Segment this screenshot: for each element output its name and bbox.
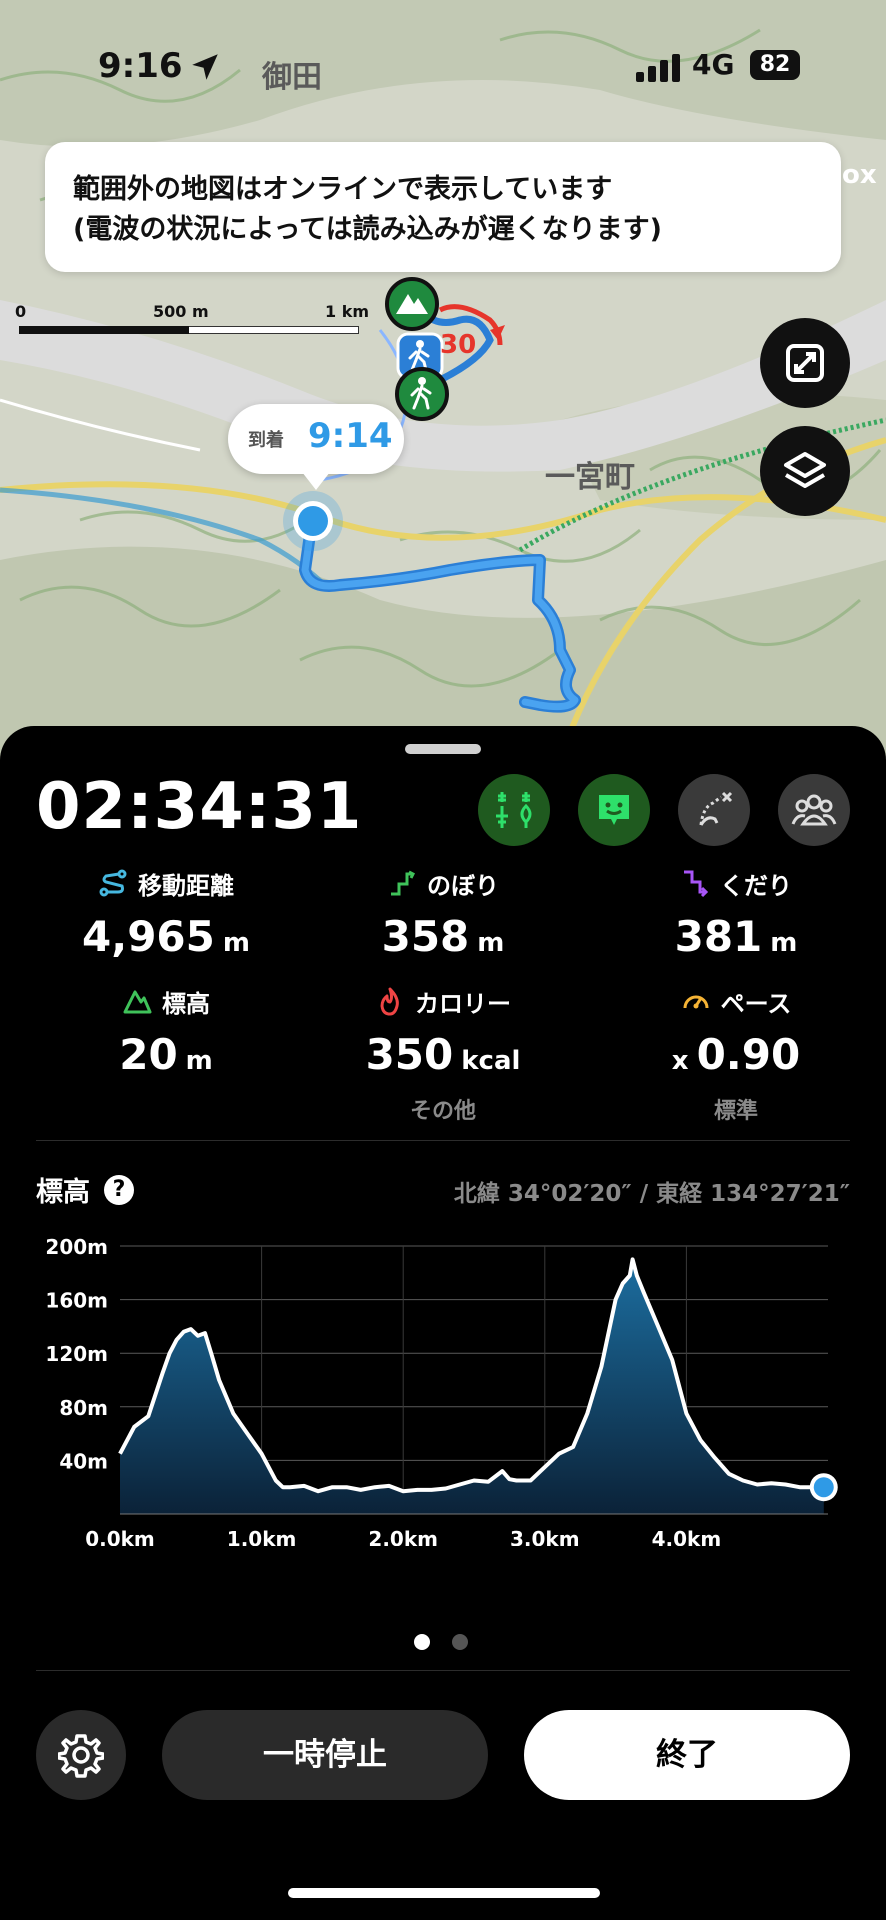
group-icon [791,794,837,826]
current-location-icon [283,491,343,551]
ascent-icon [391,870,416,896]
arrival-time-bubble[interactable]: 到着 9:14 [228,404,404,490]
stat-label: 移動距離 [138,871,234,900]
group-button[interactable] [778,774,850,846]
route-deviation-icon [699,791,733,826]
stat-label: 標高 [162,989,210,1018]
y-tick-label: 120m [45,1342,108,1366]
route-deviation-button[interactable] [678,774,750,846]
x-tick-label: 3.0km [510,1527,580,1546]
stat-value: 4,965 [82,912,215,961]
stat-label: カロリー [415,989,511,1018]
stat-descent: くだり 381 m [616,866,856,961]
page-dot[interactable] [452,1634,468,1650]
status-bar: 9:16 4G 82 [0,40,886,90]
sheet-grabber[interactable] [405,744,481,754]
map-scale: 0 500 m 1 km [15,302,375,342]
descent-icon [684,870,709,898]
battery-indicator: 82 [750,50,800,80]
elevation-chart[interactable]: 200m 160m 120m 80m 40m 0.0km 1.0km 2.0km 3.0km 4.… [0,1216,886,1546]
tracking-sheet: 02:34:31 移動距離 4,965 m のぼり 358 m くだり 381 … [0,726,886,1920]
elevation-chart-header: 標高 ? [36,1170,134,1209]
stat-value: 358 [381,912,470,961]
distance-markers-icon [496,792,532,828]
stat-unit: m [770,928,798,958]
stat-label: くだり [720,871,792,900]
banner-line: (電波の状況によっては読み込みが遅くなります) [73,214,662,245]
mountain-icon[interactable] [384,276,440,332]
arrival-time: 9:14 [308,416,393,456]
gear-icon [58,1734,104,1778]
distance-markers-button[interactable] [478,774,550,846]
stat-pace: ペース x 0.90 標準 [616,984,856,1125]
stat-value: 0.90 [696,1030,801,1079]
place-label: 一宮町 [545,460,635,495]
stat-elevation: 標高 20 m [46,984,286,1080]
status-time: 9:16 [98,46,183,86]
stat-value: 20 [119,1030,178,1079]
stat-unit: kcal [461,1046,521,1076]
stat-unit: m [185,1046,213,1076]
y-tick-label: 160m [45,1289,108,1313]
stat-value: 350 [365,1030,454,1079]
coordinates-readout: 北緯 34°02′20″ / 東経 134°27′21″ [453,1181,850,1207]
help-icon[interactable]: ? [104,1174,134,1205]
stat-value: 381 [674,912,763,961]
chat-button[interactable] [578,774,650,846]
pause-button[interactable]: 一時停止 [162,1710,488,1800]
stat-distance: 移動距離 4,965 m [46,866,286,961]
signal-icon [636,54,680,82]
stat-unit: m [477,928,505,958]
scale-label: 0 [15,302,27,321]
expand-icon [786,344,824,382]
stat-label: ペース [720,989,792,1018]
scale-bar-fill [19,326,189,334]
scale-label: 1 km [325,302,370,321]
network-type: 4G [692,48,735,81]
hiker-icon[interactable] [394,366,450,422]
distance-icon [99,869,127,897]
x-tick-label: 4.0km [652,1527,722,1546]
x-tick-label: 1.0km [227,1527,297,1546]
elevation-icon [123,990,152,1014]
route-marker-number: 30 [440,330,477,360]
banner-edge-text: ox [842,160,877,190]
offline-map-banner[interactable]: 範囲外の地図はオンラインで表示しています (電波の状況によっては読み込みが遅くな… [45,142,841,272]
map-view[interactable]: 御田 一宮町 9:16 4G 82 範囲外の地図はオンラインで表示しています (… [0,0,886,760]
stat-sub: その他 [409,1099,476,1124]
map-layers-button[interactable] [760,426,850,516]
speedometer-icon [683,995,709,1009]
stat-ascent: のぼり 358 m [323,866,563,961]
y-tick-label: 40m [59,1449,108,1473]
y-tick-label: 80m [59,1396,108,1420]
page-indicator[interactable] [414,1634,468,1650]
x-tick-label: 0.0km [85,1527,155,1546]
scale-label: 500 m [153,302,209,321]
divider [36,1140,850,1141]
elevation-area [120,1259,824,1514]
chat-face-icon [599,795,629,825]
stat-calories: カロリー 350 kcal その他 [323,984,563,1125]
layers-icon [784,452,826,488]
end-button[interactable]: 終了 [524,1710,850,1800]
expand-map-button[interactable] [760,318,850,408]
location-arrow-icon [192,54,218,80]
settings-button[interactable] [36,1710,126,1800]
elevation-title: 標高 [36,1177,90,1208]
elapsed-timer: 02:34:31 [36,770,363,844]
stat-label: のぼり [427,871,499,900]
stat-unit: m [222,928,250,958]
fire-icon [380,987,399,1016]
stat-prefix: x [671,1046,689,1076]
stat-sub: 標準 [713,1099,758,1124]
arrival-label: 到着 [248,430,284,451]
current-position-dot [813,1477,834,1498]
banner-line: 範囲外の地図はオンラインで表示しています [73,174,613,205]
y-tick-label: 200m [45,1235,108,1259]
page-dot-active[interactable] [414,1634,430,1650]
home-indicator [288,1888,600,1898]
divider [36,1670,850,1671]
x-tick-label: 2.0km [368,1527,438,1546]
